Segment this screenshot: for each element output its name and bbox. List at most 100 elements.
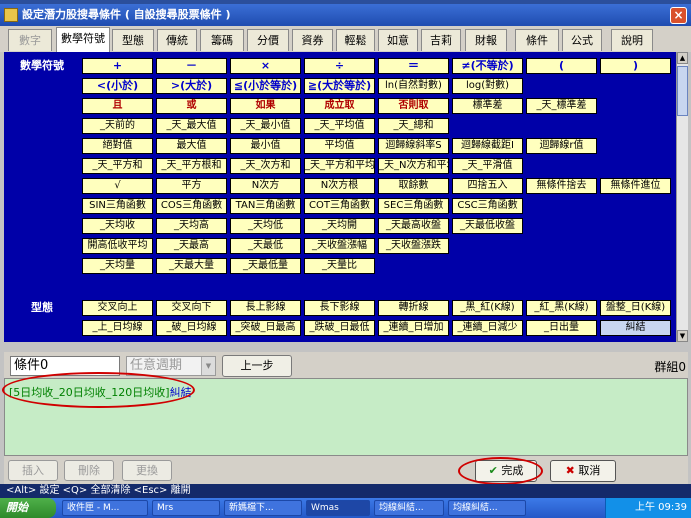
close-button[interactable]: ×	[670, 7, 687, 24]
function-cell[interactable]: _天收盤漲幅	[304, 238, 375, 254]
scroll-up-icon[interactable]: ▲	[677, 52, 688, 64]
function-cell[interactable]: _天前的	[82, 118, 153, 134]
function-cell[interactable]: _天_平方和	[82, 158, 153, 174]
function-cell[interactable]: _天均收	[82, 218, 153, 234]
function-cell[interactable]: 絕對值	[82, 138, 153, 154]
function-cell[interactable]: √	[82, 178, 153, 194]
delete-button[interactable]: 刪除	[64, 460, 114, 481]
function-cell[interactable]: _跌破_日最低	[304, 320, 375, 336]
function-cell[interactable]: _天_平滑值	[452, 158, 523, 174]
tab-item[interactable]: 籌碼	[200, 29, 244, 51]
start-button[interactable]: 開始	[0, 498, 56, 518]
tab-item[interactable]: 輕鬆	[336, 29, 375, 51]
scroll-thumb[interactable]	[677, 66, 688, 116]
function-cell[interactable]: N次方根	[304, 178, 375, 194]
function-cell[interactable]: TAN三角函數	[230, 198, 301, 214]
function-cell[interactable]: _天_最小值	[230, 118, 301, 134]
function-cell[interactable]: _天均低	[230, 218, 301, 234]
taskbar-item[interactable]: Wmas	[306, 500, 370, 516]
vertical-scrollbar[interactable]: ▲ ▼	[676, 52, 688, 342]
function-cell[interactable]: _天最高	[156, 238, 227, 254]
function-cell[interactable]: _天_平均值	[304, 118, 375, 134]
tab-item[interactable]: 說明	[611, 29, 653, 51]
function-cell[interactable]: _突破_日最高	[230, 320, 301, 336]
function-cell[interactable]: ≧(大於等於)	[304, 78, 375, 94]
function-cell[interactable]: ÷	[304, 58, 375, 74]
function-cell[interactable]: _天_平方根和	[156, 158, 227, 174]
function-cell[interactable]: 且	[82, 98, 153, 114]
function-cell[interactable]: _天_平方和平均	[304, 158, 375, 174]
function-cell[interactable]: SEC三角函數	[378, 198, 449, 214]
previous-step-button[interactable]: 上一步	[222, 355, 292, 377]
function-cell[interactable]: _天最高收盤	[378, 218, 449, 234]
function-cell[interactable]: 或	[156, 98, 227, 114]
function-cell[interactable]: log(對數)	[452, 78, 523, 94]
insert-button[interactable]: 插入	[8, 460, 58, 481]
function-cell[interactable]: _連續_日減少	[452, 320, 523, 336]
function-cell[interactable]: ≠(不等於)	[452, 58, 523, 74]
function-cell[interactable]: 如果	[230, 98, 301, 114]
function-cell[interactable]: COT三角函數	[304, 198, 375, 214]
function-cell[interactable]: _天_總和	[378, 118, 449, 134]
function-cell[interactable]: 標準差	[452, 98, 523, 114]
function-cell[interactable]: _天均開	[304, 218, 375, 234]
function-cell[interactable]: _上_日均線	[82, 320, 153, 336]
function-cell[interactable]: 開高低收平均	[82, 238, 153, 254]
replace-button[interactable]: 更換	[122, 460, 172, 481]
function-cell[interactable]: 盤整_日(K線)	[600, 300, 671, 316]
tab-item[interactable]: 資券	[292, 29, 333, 51]
function-cell[interactable]: _天_次方和	[230, 158, 301, 174]
function-cell[interactable]: _破_日均線	[156, 320, 227, 336]
function-cell[interactable]: 平方	[156, 178, 227, 194]
function-cell[interactable]: _天均高	[156, 218, 227, 234]
function-cell[interactable]: 迴歸線r值	[526, 138, 597, 154]
tab-item[interactable]: 如意	[378, 29, 418, 51]
scroll-down-icon[interactable]: ▼	[677, 330, 688, 342]
taskbar-item[interactable]: 新媽檔下...	[224, 500, 302, 516]
function-cell[interactable]: +	[82, 58, 153, 74]
function-cell[interactable]: CSC三角函數	[452, 198, 523, 214]
function-cell[interactable]: ×	[230, 58, 301, 74]
function-cell[interactable]: 交叉向下	[156, 300, 227, 316]
tab-item[interactable]: 型態	[112, 29, 154, 51]
function-cell[interactable]: ≦(小於等於)	[230, 78, 301, 94]
function-cell[interactable]: _紅_黑(K線)	[526, 300, 597, 316]
function-cell[interactable]: －	[156, 58, 227, 74]
function-cell[interactable]: _天最低量	[230, 258, 301, 274]
function-cell[interactable]: 迴歸線截距I	[452, 138, 523, 154]
tab-item[interactable]: 分價	[247, 29, 289, 51]
tab-item[interactable]: 傳統	[157, 29, 197, 51]
taskbar-item[interactable]: 收件匣 - M...	[62, 500, 148, 516]
function-cell[interactable]: 最大值	[156, 138, 227, 154]
taskbar-item[interactable]: 均線糾結...	[374, 500, 444, 516]
function-cell[interactable]: 糾結	[600, 320, 671, 336]
tab-item[interactable]: 財報	[465, 29, 507, 51]
tab-item[interactable]: 數學符號	[56, 27, 110, 52]
function-cell[interactable]: SIN三角函數	[82, 198, 153, 214]
function-cell[interactable]: 四捨五入	[452, 178, 523, 194]
function-cell[interactable]: >(大於)	[156, 78, 227, 94]
function-cell[interactable]: COS三角函數	[156, 198, 227, 214]
function-cell[interactable]: _天收盤漲跌	[378, 238, 449, 254]
function-cell[interactable]: ln(自然對數)	[378, 78, 449, 94]
cancel-button[interactable]: ✖ 取消	[550, 460, 616, 482]
taskbar-item[interactable]: 均線糾結...	[448, 500, 526, 516]
function-cell[interactable]: N次方	[230, 178, 301, 194]
function-cell[interactable]: (	[526, 58, 597, 74]
function-cell[interactable]: _天_N次方和平均	[378, 158, 449, 174]
function-cell[interactable]: 無條件進位	[600, 178, 671, 194]
function-cell[interactable]: 轉折線	[378, 300, 449, 316]
function-cell[interactable]: 迴歸線斜率S	[378, 138, 449, 154]
function-cell[interactable]: 無條件捨去	[526, 178, 597, 194]
function-cell[interactable]: 最小值	[230, 138, 301, 154]
function-cell[interactable]: 長上影線	[230, 300, 301, 316]
function-cell[interactable]: _連續_日增加	[378, 320, 449, 336]
tab-item[interactable]: 數字	[8, 29, 52, 51]
function-cell[interactable]: ＝	[378, 58, 449, 74]
taskbar-item[interactable]: Mrs	[152, 500, 220, 516]
tab-item[interactable]: 條件	[515, 29, 559, 51]
tab-item[interactable]: 吉莉	[421, 29, 461, 51]
function-cell[interactable]: 長下影線	[304, 300, 375, 316]
dropdown-arrow-icon[interactable]: ▼	[201, 357, 215, 375]
function-cell[interactable]: )	[600, 58, 671, 74]
